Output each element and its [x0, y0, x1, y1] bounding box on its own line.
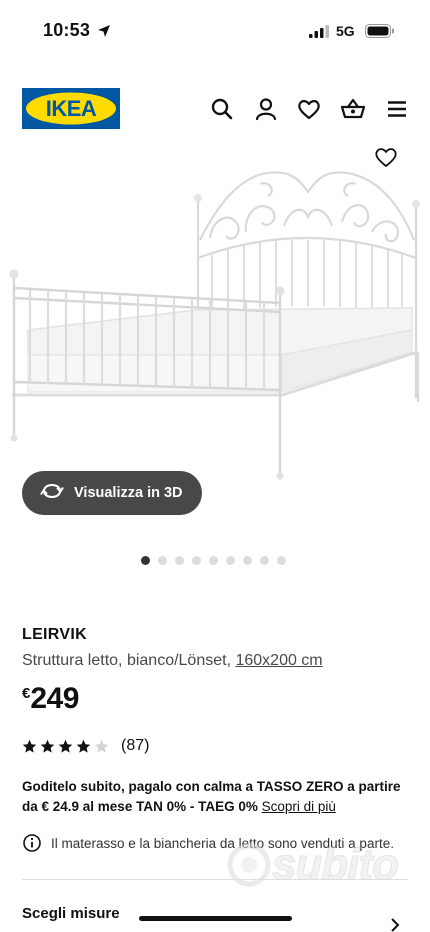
view-3d-label: Visualizza in 3D — [74, 485, 183, 501]
gallery-dot[interactable] — [260, 556, 269, 565]
status-bar: 10:53 5G — [0, 0, 430, 62]
info-icon — [22, 833, 42, 853]
subito-logo-icon — [227, 843, 271, 887]
product-size-link[interactable]: 160x200 cm — [235, 652, 322, 669]
home-indicator[interactable] — [139, 916, 292, 921]
basket-icon[interactable] — [340, 96, 366, 122]
battery-icon — [365, 24, 395, 43]
gallery-pagination[interactable] — [141, 556, 286, 566]
gallery-dot[interactable] — [192, 556, 201, 565]
favorite-heart-icon[interactable] — [373, 145, 399, 169]
chevron-right-icon[interactable] — [389, 918, 401, 932]
product-name: LEIRVIK — [22, 626, 87, 643]
star-filled-icon — [58, 739, 73, 754]
gallery-dot[interactable] — [277, 556, 286, 565]
heart-icon[interactable] — [296, 96, 322, 122]
header: IKEA — [0, 86, 430, 132]
star-filled-icon — [40, 739, 55, 754]
rotate-3d-icon — [40, 482, 64, 505]
price-currency: € — [22, 685, 31, 702]
gallery-dot[interactable] — [209, 556, 218, 565]
signal-icon — [309, 25, 329, 43]
financing-link[interactable]: Scopri di più — [262, 799, 336, 814]
location-arrow-icon — [97, 24, 111, 43]
gallery-dot[interactable] — [243, 556, 252, 565]
review-count: (87) — [121, 737, 150, 754]
ikea-logo[interactable]: IKEA — [22, 88, 120, 129]
gallery-dot[interactable] — [175, 556, 184, 565]
svg-text:IKEA: IKEA — [46, 96, 97, 121]
search-icon[interactable] — [209, 96, 235, 122]
star-filled-icon — [76, 739, 91, 754]
network-type: 5G — [336, 23, 355, 39]
gallery-dot[interactable] — [141, 556, 150, 565]
subito-watermark: subito — [226, 840, 400, 890]
product-rating[interactable]: (87) — [22, 737, 149, 755]
gallery-dot[interactable] — [226, 556, 235, 565]
financing-info: Goditelo subito, pagalo con calma a TASS… — [22, 777, 412, 817]
gallery-dot[interactable] — [158, 556, 167, 565]
price-amount: 249 — [30, 682, 79, 715]
watermark-text: subito — [272, 840, 400, 890]
view-3d-button[interactable]: Visualizza in 3D — [22, 471, 202, 515]
user-icon[interactable] — [253, 96, 279, 122]
rating-stars — [22, 739, 109, 754]
product-description: Struttura letto, bianco/Lönset, 160x200 … — [22, 652, 323, 670]
star-empty-icon — [94, 739, 109, 754]
choose-size-title[interactable]: Scegli misure — [22, 905, 120, 922]
divider — [22, 879, 408, 880]
product-price: € 249 — [22, 682, 79, 716]
status-time: 10:53 — [43, 20, 91, 40]
financing-text: Goditelo subito, pagalo con calma a TASS… — [22, 779, 401, 814]
menu-icon[interactable] — [384, 96, 410, 122]
star-filled-icon — [22, 739, 37, 754]
product-description-text: Struttura letto, bianco/Lönset, — [22, 652, 236, 669]
